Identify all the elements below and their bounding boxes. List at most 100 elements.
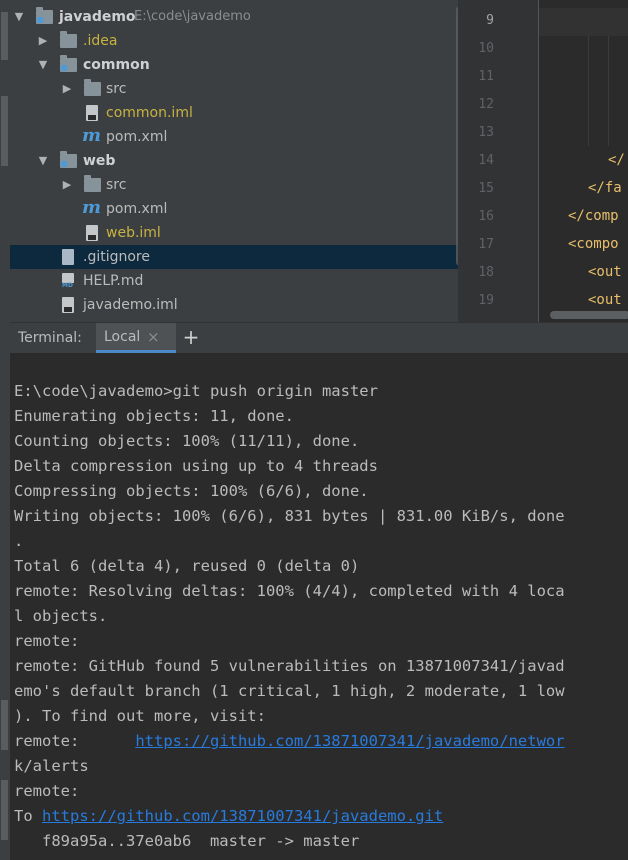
tree-item-label: common.iml [106,105,193,121]
line-number: 11 [478,69,494,84]
terminal-line: Compressing objects: 100% (6/6), done. [14,482,369,500]
terminal-line: remote: GitHub found 5 vulnerabilities o… [14,657,565,675]
line-number: 16 [478,209,494,224]
tree-item-label: web [83,153,116,169]
line-number: 9 [486,13,494,28]
terminal-line-repo: To https://github.com/13871007341/javade… [14,804,443,829]
module-folder-icon [60,151,77,168]
expanded-arrow-icon[interactable]: ▼ [36,149,50,173]
code-line: <compo [568,236,619,252]
tree-item-javademo[interactable]: ▼ javademo E:\code\javademo [10,5,458,29]
add-tab-icon[interactable]: + [180,323,202,353]
expanded-arrow-icon[interactable]: ▼ [12,5,26,29]
terminal-line-alerts: remote: https://github.com/13871007341/j… [14,729,565,754]
module-folder-icon [36,7,53,24]
terminal-line: k/alerts [14,757,89,775]
structure-tool-tab[interactable] [1,96,8,166]
tree-item-web-src[interactable]: ▶ src [10,173,458,197]
tree-item-idea[interactable]: ▶ .idea [10,29,458,53]
tree-item-label: .idea [83,33,118,49]
folder-icon [84,175,101,192]
tree-item-common-pom[interactable]: m pom.xml [10,125,458,149]
tree-item-common-iml[interactable]: common.iml [10,101,458,125]
terminal-line: ). To find out more, visit: [14,707,266,725]
indent-guide [608,36,609,146]
code-line: </comp [568,208,619,224]
tree-item-label: src [106,81,127,97]
tree-item-label: javademo [59,9,136,25]
code-line: </ [608,152,625,168]
iml-file-icon [86,225,98,241]
tree-item-path: E:\code\javademo [134,9,251,24]
folder-icon [84,79,101,96]
tree-item-gitignore[interactable]: .gitignore [10,245,458,269]
code-line: <out [588,264,622,280]
collapsed-arrow-icon[interactable]: ▶ [60,77,74,101]
maven-icon: m [82,197,102,218]
editor-horizontal-scrollbar[interactable] [550,311,628,319]
indent-guide [588,36,589,146]
code-line: <out [588,292,622,308]
terminal-line: remote: [14,632,80,650]
terminal-line: l objects. [14,607,108,625]
line-number-gutter: 9 10 11 12 13 14 15 16 17 18 19 [458,0,539,322]
close-icon[interactable]: × [147,323,160,351]
iml-file-icon [86,105,98,121]
terminal-line: E:\code\javademo>git push origin master [14,382,378,400]
code-editor[interactable]: 9 10 11 12 13 14 15 16 17 18 19 </ </fa … [458,0,628,322]
tree-item-label: pom.xml [106,201,168,217]
remote-prefix: remote: [14,732,136,750]
terminal-line: Delta compression using up to 4 threads [14,457,378,475]
alerts-link[interactable]: https://github.com/13871007341/javademo/… [135,732,564,750]
tree-item-label: web.iml [106,225,161,241]
terminal-line: f89a95a..37e0ab6 master -> master [14,832,360,850]
line-number: 10 [478,41,494,56]
line-number: 18 [478,265,494,280]
tree-item-web-pom[interactable]: m pom.xml [10,197,458,221]
maven-icon: m [82,125,102,146]
terminal-line: Counting objects: 100% (11/11), done. [14,432,360,450]
repo-link[interactable]: https://github.com/13871007341/javademo.… [42,807,443,825]
code-line: </fa [588,180,622,196]
collapsed-arrow-icon[interactable]: ▶ [60,173,74,197]
terminal-output[interactable]: E:\code\javademo>git push origin master … [10,353,628,860]
project-tree: ▼ javademo E:\code\javademo ▶ .idea ▼ co… [10,0,458,322]
tree-item-label: javademo.iml [83,297,178,313]
collapsed-arrow-icon[interactable]: ▶ [36,29,50,53]
terminal-line: remote: Resolving deltas: 100% (4/4), co… [14,582,565,600]
module-folder-icon [60,55,77,72]
line-number: 13 [478,125,494,140]
tree-item-label: HELP.md [83,273,144,289]
favorites-tool-tab[interactable] [1,700,8,750]
tree-item-common[interactable]: ▼ common [10,53,458,77]
terminal-toolbar: Terminal: Local × + [10,322,628,354]
markdown-file-icon [62,273,74,289]
terminal-line: Writing objects: 100% (6/6), 831 bytes |… [14,507,565,525]
tree-item-common-src[interactable]: ▶ src [10,77,458,101]
tree-item-label: common [83,57,150,73]
tree-item-label: src [106,177,127,193]
line-number: 17 [478,237,494,252]
terminal-line: Enumerating objects: 11, done. [14,407,294,425]
todo-tool-tab[interactable] [1,780,8,840]
tree-item-web-iml[interactable]: web.iml [10,221,458,245]
text-file-icon [62,249,74,265]
terminal-line: . [14,532,24,550]
tree-item-help-md[interactable]: HELP.md [10,269,458,293]
line-number: 12 [478,97,494,112]
terminal-line: remote: [14,782,80,800]
tree-item-label: pom.xml [106,129,168,145]
terminal-title: Terminal: [18,330,82,346]
tab-label: Local [104,329,141,345]
folder-icon [60,31,77,48]
terminal-line: emo's default branch (1 critical, 1 high… [14,682,565,700]
tab-local[interactable]: Local × [96,323,176,353]
tree-item-javademo-iml[interactable]: javademo.iml [10,293,458,317]
terminal-line: Total 6 (delta 4), reused 0 (delta 0) [14,557,360,575]
tree-item-web[interactable]: ▼ web [10,149,458,173]
project-tool-tab[interactable] [1,12,8,60]
expanded-arrow-icon[interactable]: ▼ [36,53,50,77]
to-prefix: To [14,807,42,825]
tree-item-label: .gitignore [83,249,150,265]
line-number: 19 [478,293,494,308]
